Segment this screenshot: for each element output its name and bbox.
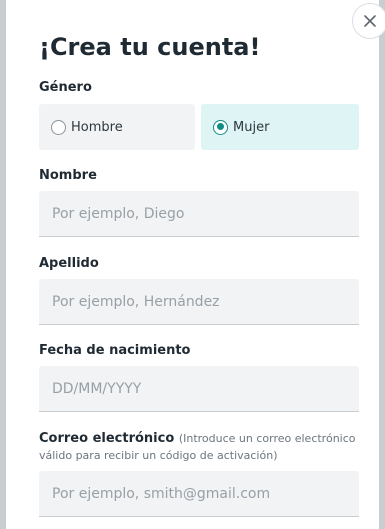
- gender-option-hombre[interactable]: Hombre: [39, 104, 195, 150]
- radio-checked-icon: [213, 119, 228, 135]
- first-name-input[interactable]: [39, 191, 359, 237]
- close-icon: [364, 15, 376, 27]
- email-label: Correo electrónico: [39, 431, 175, 446]
- last-name-label: Apellido: [39, 256, 99, 271]
- close-button[interactable]: [352, 3, 385, 39]
- email-label-block: Correo electrónico (Introduce un correo …: [39, 430, 356, 464]
- email-hint-continued: válido para recibir un código de activac…: [39, 449, 278, 462]
- gender-label: Género: [39, 80, 92, 95]
- last-name-input[interactable]: [39, 279, 359, 325]
- email-input[interactable]: [39, 471, 359, 517]
- birth-date-input[interactable]: [39, 366, 359, 412]
- gender-option-mujer[interactable]: Mujer: [201, 104, 359, 150]
- gender-option-label: Hombre: [71, 119, 123, 135]
- dialog-title: ¡Crea tu cuenta!: [39, 33, 261, 61]
- birth-date-label: Fecha de nacimiento: [39, 343, 191, 358]
- first-name-label: Nombre: [39, 168, 97, 183]
- radio-unchecked-icon: [51, 119, 66, 135]
- email-hint: (Introduce un correo electrónico: [178, 432, 356, 445]
- gender-option-label: Mujer: [233, 119, 270, 135]
- signup-dialog: ¡Crea tu cuenta! Género Hombre Mujer Nom…: [6, 0, 385, 529]
